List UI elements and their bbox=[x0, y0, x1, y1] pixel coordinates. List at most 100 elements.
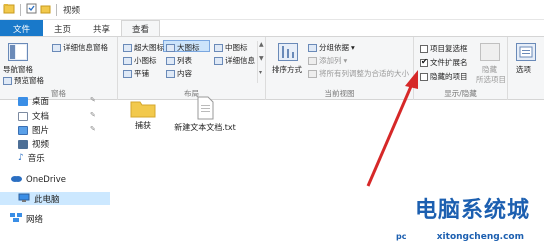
layout-gallery-scroll[interactable]: ▲ ▼ ▾ bbox=[257, 41, 265, 83]
navigation-pane-button[interactable]: 导航窗格 bbox=[3, 64, 33, 75]
layout-details[interactable]: 详细信息 bbox=[214, 55, 255, 66]
nav-item-label: 文档 bbox=[32, 112, 50, 122]
layout-label: 列表 bbox=[177, 56, 192, 65]
watermark: 电脑系统城 pc xitongcheng.com bbox=[388, 190, 538, 244]
text-file-icon bbox=[195, 96, 215, 122]
list-icon bbox=[166, 56, 175, 65]
medium-icons-icon bbox=[214, 43, 223, 52]
add-columns-button[interactable]: 添加列 ▾ bbox=[308, 55, 347, 66]
nav-item-label: 音乐 bbox=[27, 154, 45, 164]
file-name: 捕获 bbox=[135, 121, 151, 130]
item-checkboxes-label: 项目复选框 bbox=[430, 44, 468, 53]
size-all-columns-label: 将所有列调整为合适的大小 bbox=[319, 69, 409, 78]
nav-item-videos[interactable]: 视频 bbox=[18, 138, 49, 150]
nav-item-label: 桌面 bbox=[32, 97, 50, 107]
pictures-icon bbox=[18, 125, 28, 135]
layout-tiles[interactable]: 平铺 bbox=[123, 68, 149, 79]
group-label-show-hide: 显示/隐藏 bbox=[444, 89, 477, 98]
tab-file[interactable]: 文件 bbox=[0, 20, 44, 37]
size-all-columns-button[interactable]: 将所有列调整为合适的大小 bbox=[308, 68, 409, 79]
layout-label: 大图标 bbox=[177, 43, 200, 52]
hidden-items-toggle[interactable]: 隐藏的项目 bbox=[420, 71, 468, 82]
details-pane-label: 详细信息窗格 bbox=[63, 43, 108, 52]
nav-item-this-pc[interactable]: 此电脑 bbox=[0, 192, 110, 205]
group-by-button[interactable]: 分组依据 ▾ bbox=[308, 42, 355, 53]
add-columns-icon bbox=[308, 56, 317, 65]
file-name: 新建文本文档.txt bbox=[174, 123, 236, 132]
file-extensions-checkbox[interactable] bbox=[420, 57, 428, 67]
preview-pane-button[interactable]: 预览窗格 bbox=[3, 75, 44, 86]
layout-medium-icons[interactable]: 中图标 bbox=[214, 42, 248, 53]
item-checkboxes-checkbox[interactable] bbox=[420, 44, 428, 53]
toolbar-separator bbox=[20, 3, 21, 16]
group-panes: 导航窗格 预览窗格 详细信息窗格 窗格 bbox=[0, 37, 118, 100]
file-extensions-toggle[interactable]: 文件扩展名 bbox=[420, 57, 468, 68]
group-label-current-view: 当前视图 bbox=[324, 89, 355, 98]
hidden-items-checkbox[interactable] bbox=[420, 72, 428, 81]
details-pane-button[interactable]: 详细信息窗格 bbox=[52, 42, 108, 53]
preview-pane-icon bbox=[3, 76, 12, 85]
scroll-down-icon[interactable]: ▼ bbox=[259, 55, 264, 62]
tiles-icon bbox=[123, 69, 132, 78]
nav-item-documents[interactable]: 文档 bbox=[18, 110, 49, 122]
nav-item-desktop[interactable]: 桌面 bbox=[18, 95, 49, 107]
size-columns-icon bbox=[308, 69, 317, 78]
pin-icon: ✎ bbox=[90, 96, 96, 104]
sort-by-button[interactable]: 排序方式 bbox=[272, 64, 302, 75]
nav-item-network[interactable]: 网络 bbox=[10, 213, 43, 225]
window-title: 视频 bbox=[63, 5, 81, 16]
file-item-folder[interactable]: 捕获 bbox=[122, 98, 164, 131]
layout-extra-large-icons[interactable]: 超大图标 bbox=[123, 42, 164, 53]
ribbon-tabs: 文件 主页 共享 查看 bbox=[0, 20, 544, 37]
watermark-url: xitongcheng.com bbox=[436, 232, 524, 242]
small-icons-icon bbox=[123, 56, 132, 65]
hide-selected-label2: 所选项目 bbox=[476, 75, 506, 84]
item-checkboxes-toggle[interactable]: 项目复选框 bbox=[420, 43, 468, 54]
hidden-items-label: 隐藏的项目 bbox=[430, 72, 468, 81]
new-folder-icon[interactable] bbox=[40, 3, 51, 16]
chevron-down-icon: ▾ bbox=[343, 56, 348, 65]
navigation-pane: 桌面 ✎ 文档 ✎ 图片 ✎ 视频 ♪ 音乐 OneDrive 此电脑 网络 bbox=[0, 96, 110, 248]
options-icon[interactable] bbox=[516, 43, 536, 61]
tab-home[interactable]: 主页 bbox=[43, 20, 82, 37]
sort-by-icon[interactable] bbox=[278, 43, 298, 61]
layout-content[interactable]: 内容 bbox=[166, 68, 192, 79]
preview-pane-label: 预览窗格 bbox=[14, 76, 44, 85]
nav-item-label: 图片 bbox=[32, 126, 50, 136]
tab-view[interactable]: 查看 bbox=[121, 20, 161, 37]
group-current-view: 排序方式 分组依据 ▾ 添加列 ▾ 将所有列调整为合适的大小 当前视图 bbox=[266, 37, 414, 100]
cloud-icon bbox=[10, 174, 22, 185]
documents-icon bbox=[18, 111, 28, 121]
nav-item-label: 视频 bbox=[32, 140, 50, 150]
nav-item-music[interactable]: ♪ 音乐 bbox=[18, 152, 45, 164]
quick-access-toolbar bbox=[3, 3, 59, 16]
nav-item-label: 此电脑 bbox=[34, 194, 60, 205]
pin-icon: ✎ bbox=[90, 125, 96, 133]
options-button[interactable]: 选项 bbox=[516, 64, 531, 75]
watermark-pc: pc bbox=[396, 232, 407, 241]
properties-icon[interactable] bbox=[26, 3, 37, 16]
group-by-icon bbox=[308, 43, 317, 52]
videos-icon bbox=[18, 139, 28, 149]
file-item-text[interactable]: 新建文本文档.txt bbox=[170, 96, 240, 133]
large-icons-icon bbox=[166, 43, 175, 52]
layout-large-icons[interactable]: 大图标 bbox=[166, 42, 200, 53]
tab-share[interactable]: 共享 bbox=[82, 20, 121, 37]
gallery-more-icon[interactable]: ▾ bbox=[259, 69, 262, 76]
layout-label: 平铺 bbox=[134, 69, 149, 78]
nav-item-label: OneDrive bbox=[26, 174, 66, 185]
file-extensions-label: 文件扩展名 bbox=[430, 58, 468, 67]
computer-icon bbox=[18, 193, 30, 205]
scroll-up-icon[interactable]: ▲ bbox=[259, 41, 264, 48]
navigation-pane-icon[interactable] bbox=[8, 43, 28, 61]
layout-small-icons[interactable]: 小图标 bbox=[123, 55, 157, 66]
nav-item-pictures[interactable]: 图片 bbox=[18, 124, 49, 136]
group-by-label: 分组依据 bbox=[319, 43, 349, 52]
watermark-title: 电脑系统城 bbox=[414, 197, 530, 223]
details-icon bbox=[214, 56, 223, 65]
group-layout: 超大图标 大图标 中图标 小图标 列表 详细信息 平铺 内容 ▲ ▼ ▾ 布局 bbox=[118, 37, 266, 100]
nav-item-onedrive[interactable]: OneDrive bbox=[10, 174, 66, 185]
layout-list[interactable]: 列表 bbox=[166, 55, 192, 66]
layout-label: 详细信息 bbox=[225, 56, 255, 65]
hide-selected-icon[interactable] bbox=[480, 43, 500, 61]
